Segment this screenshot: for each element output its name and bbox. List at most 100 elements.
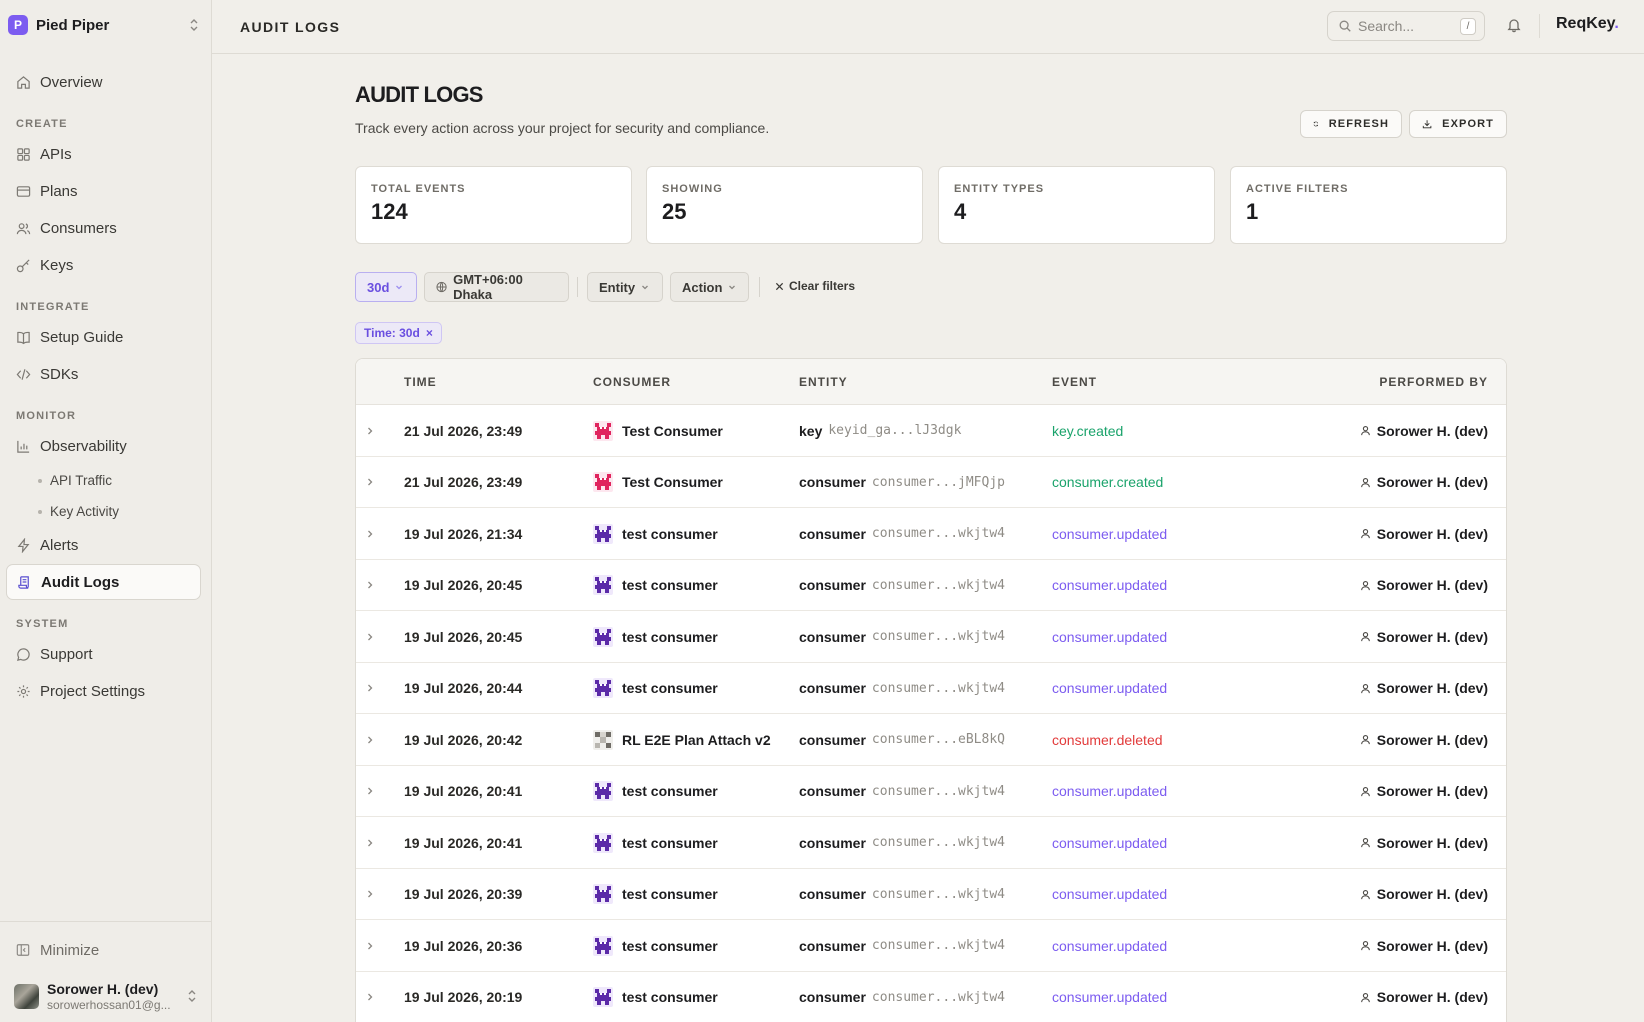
cell-time: 19 Jul 2026, 20:36 (404, 937, 523, 954)
table-row[interactable]: 19 Jul 2026, 20:41 test consumer consumer c… (356, 766, 1506, 817)
time-range-dropdown[interactable]: 30d (355, 272, 417, 302)
performer-name: Sorower H. (dev) (1376, 989, 1488, 1005)
bell-icon[interactable] (1506, 17, 1522, 33)
expand-row-button[interactable] (366, 611, 376, 662)
cell-event: consumer.updated (1052, 886, 1168, 902)
table-row[interactable]: 21 Jul 2026, 23:49 Test Consumer consumer c… (356, 457, 1506, 508)
sidebar-item-project-settings[interactable]: Project Settings (6, 673, 201, 709)
expand-row-button[interactable] (366, 560, 376, 611)
action-filter-dropdown[interactable]: Action (670, 272, 749, 302)
column-header-performed-by[interactable]: PERFORMED BY (1379, 375, 1488, 389)
sidebar-subitem-key-activity[interactable]: Key Activity (38, 496, 211, 527)
chevron-right-icon (368, 890, 373, 898)
sidebar-item-observability[interactable]: Observability (6, 428, 201, 464)
performer-name: Sorower H. (dev) (1376, 474, 1488, 490)
expand-row-button[interactable] (366, 972, 376, 1022)
expand-row-button[interactable] (366, 714, 376, 765)
expand-row-button[interactable] (366, 405, 376, 456)
expand-row-button[interactable] (366, 508, 376, 559)
expand-row-button[interactable] (366, 920, 376, 971)
sidebar-item-keys[interactable]: Keys (6, 247, 201, 283)
expand-row-button[interactable] (366, 869, 376, 920)
timezone-dropdown[interactable]: GMT+06:00 Dhaka (424, 272, 569, 302)
table-row[interactable]: 21 Jul 2026, 23:49 Test Consumer key keyid_… (356, 405, 1506, 457)
table-row[interactable]: 19 Jul 2026, 20:42 RL E2E Plan Attach v2 c… (356, 714, 1506, 766)
user-menu[interactable]: Sorower H. (dev) sorowerhossan01@g... (0, 970, 211, 1022)
search-input[interactable]: Search... / (1327, 11, 1485, 41)
consumer-avatar-icon (593, 935, 613, 956)
column-header-time[interactable]: TIME (404, 375, 437, 389)
consumer-avatar-icon (593, 678, 613, 698)
expand-row-button[interactable] (366, 457, 376, 508)
consumer-avatar-icon (593, 523, 613, 544)
table-row[interactable]: 19 Jul 2026, 21:34 test consumer consumer c… (356, 508, 1506, 560)
cell-time: 19 Jul 2026, 21:34 (404, 525, 523, 542)
cell-event: consumer.updated (1052, 834, 1168, 851)
cell-consumer[interactable]: test consumer (593, 663, 718, 714)
table-row[interactable]: 19 Jul 2026, 20:39 test consumer consumer c… (356, 869, 1506, 920)
table-row[interactable]: 19 Jul 2026, 20:36 test consumer consumer c… (356, 920, 1506, 972)
minimize-button[interactable]: Minimize (0, 930, 211, 970)
sidebar-item-plans[interactable]: Plans (6, 173, 201, 209)
sidebar-item-alerts[interactable]: Alerts (6, 527, 201, 563)
user-icon (1360, 426, 1370, 436)
refresh-label: REFRESH (1328, 118, 1389, 130)
cell-consumer[interactable]: test consumer (593, 972, 718, 1022)
consumer-name: RL E2E Plan Attach v2 (622, 731, 771, 748)
sidebar-item-sdks[interactable]: SDKs (6, 356, 201, 392)
remove-filter-icon[interactable]: × (426, 326, 433, 340)
performer-name: Sorower H. (dev) (1376, 525, 1488, 542)
sidebar-item-label: Observability (40, 437, 127, 455)
expand-row-button[interactable] (366, 663, 376, 714)
sidebar-item-overview[interactable]: Overview (6, 64, 201, 100)
sidebar-item-audit-logs[interactable]: Audit Logs (6, 564, 201, 600)
book-icon (17, 331, 30, 344)
chevron-down-icon (396, 285, 403, 290)
brand-logo[interactable]: ReqKey. (1556, 15, 1619, 33)
table-row[interactable]: 19 Jul 2026, 20:45 test consumer consumer c… (356, 611, 1506, 663)
expand-row-button[interactable] (366, 766, 376, 817)
cell-consumer[interactable]: test consumer (593, 817, 718, 868)
consumer-name: Test Consumer (622, 422, 723, 439)
table-row[interactable]: 19 Jul 2026, 20:41 test consumer consumer c… (356, 817, 1506, 869)
brand-name: ReqKey (1556, 15, 1615, 32)
cell-consumer[interactable]: test consumer (593, 611, 718, 662)
divider (577, 277, 578, 297)
cell-consumer[interactable]: test consumer (593, 869, 718, 920)
column-header-entity[interactable]: ENTITY (799, 375, 848, 389)
cell-consumer[interactable]: test consumer (593, 920, 718, 971)
workspace-switcher[interactable]: P Pied Piper (0, 0, 211, 50)
refresh-button[interactable]: REFRESH (1300, 110, 1402, 138)
cell-consumer[interactable]: test consumer (593, 508, 718, 559)
cell-consumer[interactable]: test consumer (593, 560, 718, 611)
cell-consumer[interactable]: Test Consumer (593, 457, 723, 508)
column-header-event[interactable]: EVENT (1052, 375, 1097, 389)
section-label-integrate: INTEGRATE (16, 301, 90, 313)
expand-row-button[interactable] (366, 817, 376, 868)
sidebar-item-support[interactable]: Support (6, 636, 201, 672)
user-icon (1360, 786, 1370, 796)
table-row[interactable]: 19 Jul 2026, 20:19 test consumer consumer c… (356, 972, 1506, 1022)
cell-event: consumer.updated (1052, 577, 1168, 593)
sidebar-item-label: Setup Guide (40, 328, 124, 346)
cell-event: consumer.created (1052, 474, 1164, 490)
export-button[interactable]: EXPORT (1409, 110, 1507, 138)
sidebar-subitem-api-traffic[interactable]: API Traffic (38, 465, 211, 496)
sidebar-item-setup-guide[interactable]: Setup Guide (6, 319, 201, 355)
sidebar-item-consumers[interactable]: Consumers (6, 210, 201, 246)
workspace-logo: P (8, 15, 28, 35)
entity-type: consumer (799, 834, 866, 851)
entity-filter-dropdown[interactable]: Entity (587, 272, 663, 302)
cell-entity: consumer consumer...wkjtw4 (799, 560, 1005, 611)
cell-consumer[interactable]: Test Consumer (593, 405, 723, 456)
cell-performed-by: Sorower H. (dev) (1360, 611, 1488, 662)
cell-consumer[interactable]: RL E2E Plan Attach v2 (593, 714, 771, 765)
clear-filters-button[interactable]: Clear filters (775, 279, 855, 293)
consumer-avatar-icon (593, 884, 613, 904)
column-header-consumer[interactable]: CONSUMER (593, 375, 671, 389)
table-row[interactable]: 19 Jul 2026, 20:44 test consumer consumer c… (356, 663, 1506, 714)
sidebar-item-apis[interactable]: APIs (6, 136, 201, 172)
cell-entity: key keyid_ga...lJ3dgk (799, 405, 961, 456)
table-row[interactable]: 19 Jul 2026, 20:45 test consumer consumer c… (356, 560, 1506, 611)
cell-consumer[interactable]: test consumer (593, 766, 718, 817)
